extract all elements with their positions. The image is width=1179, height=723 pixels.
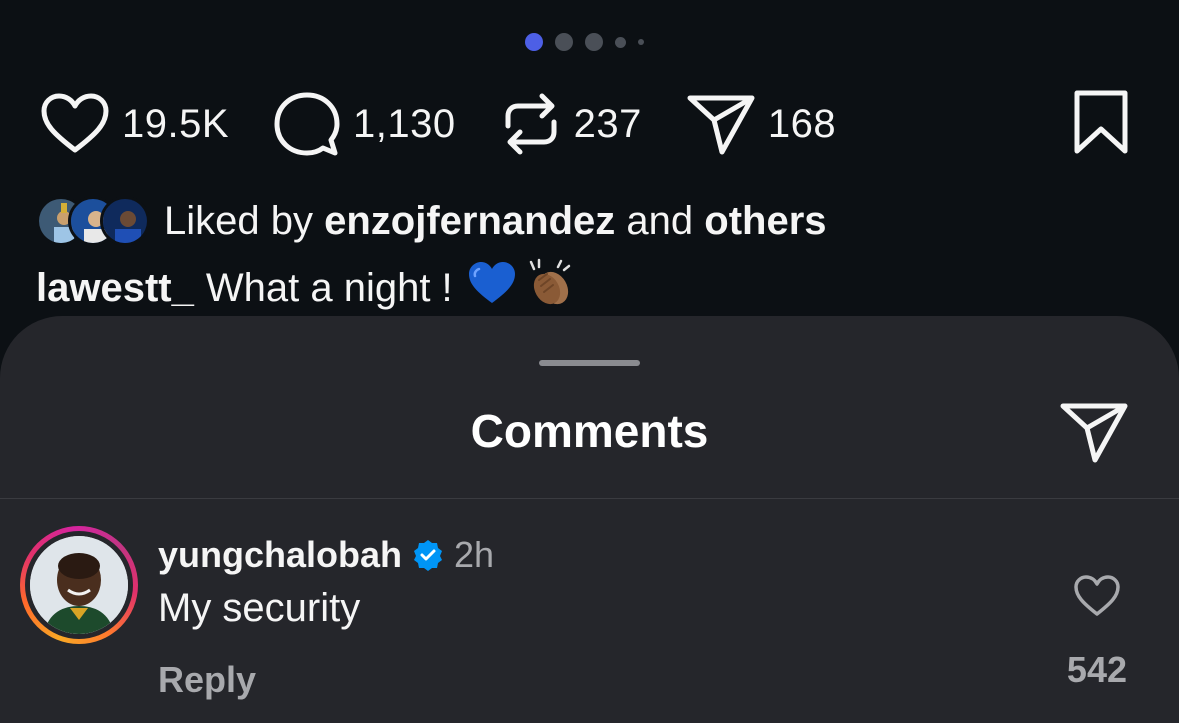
comment-bubble-icon xyxy=(274,92,340,156)
reply-button[interactable]: Reply xyxy=(158,659,256,701)
carousel-dot xyxy=(555,33,573,51)
share-count: 168 xyxy=(767,101,837,146)
liked-by-prefix: Liked by xyxy=(164,198,313,243)
heart-icon xyxy=(41,93,109,153)
bookmark-icon xyxy=(1074,90,1128,153)
like-count: 19.5K xyxy=(122,101,230,146)
post-caption: lawestt_ What a night ! xyxy=(36,258,575,318)
comment-username[interactable]: yungchalobah xyxy=(158,534,402,576)
blue-heart-emoji-icon xyxy=(467,260,517,316)
sheet-share-button[interactable] xyxy=(1059,400,1129,469)
share-button[interactable]: 168 xyxy=(686,92,836,156)
comment-button[interactable]: 1,130 xyxy=(273,90,456,158)
avatar xyxy=(30,536,128,634)
repost-icon xyxy=(505,93,557,155)
caption-username[interactable]: lawestt_ xyxy=(36,266,194,311)
liked-by-avatars xyxy=(36,196,150,246)
comment-count: 1,130 xyxy=(353,101,456,146)
liked-by-others[interactable]: others xyxy=(704,199,826,244)
comment-text: My security xyxy=(158,586,361,630)
comment-like-button[interactable] xyxy=(1073,574,1121,623)
comment-item: yungchalobah 2h My security Reply 542 xyxy=(20,524,1139,714)
like-button[interactable]: 19.5K xyxy=(40,92,229,156)
send-icon xyxy=(687,95,755,155)
repost-button[interactable]: 237 xyxy=(500,90,642,158)
send-icon xyxy=(1060,403,1128,463)
comments-sheet: Comments yungchalobah 2h My security Rep… xyxy=(0,316,1179,723)
clapping-hands-emoji-icon xyxy=(525,258,575,318)
sheet-grabber[interactable] xyxy=(539,360,640,366)
story-ring[interactable] xyxy=(20,526,138,644)
sheet-divider xyxy=(0,498,1179,499)
caption-text: What a night ! xyxy=(205,265,453,310)
repost-count: 237 xyxy=(573,101,642,146)
verified-badge-icon xyxy=(414,540,443,571)
comment-timestamp: 2h xyxy=(454,534,495,575)
comment-like-count: 542 xyxy=(1066,649,1127,690)
liked-by-row[interactable]: Liked by enzojfernandez and others xyxy=(36,196,827,246)
save-button[interactable] xyxy=(1071,89,1131,160)
carousel-indicator xyxy=(0,33,1179,51)
carousel-dot-active xyxy=(525,33,543,51)
carousel-dot xyxy=(615,36,626,48)
sheet-title: Comments xyxy=(470,405,709,457)
carousel-dot xyxy=(638,39,644,45)
liked-by-middle: and xyxy=(626,198,694,243)
comment-header: yungchalobah 2h xyxy=(158,534,494,576)
carousel-dot xyxy=(585,33,603,51)
liked-by-user[interactable]: enzojfernandez xyxy=(324,199,615,244)
post-action-bar: 19.5K 1,130 237 168 xyxy=(40,88,1131,160)
heart-icon xyxy=(1074,575,1120,616)
avatar xyxy=(100,196,150,246)
